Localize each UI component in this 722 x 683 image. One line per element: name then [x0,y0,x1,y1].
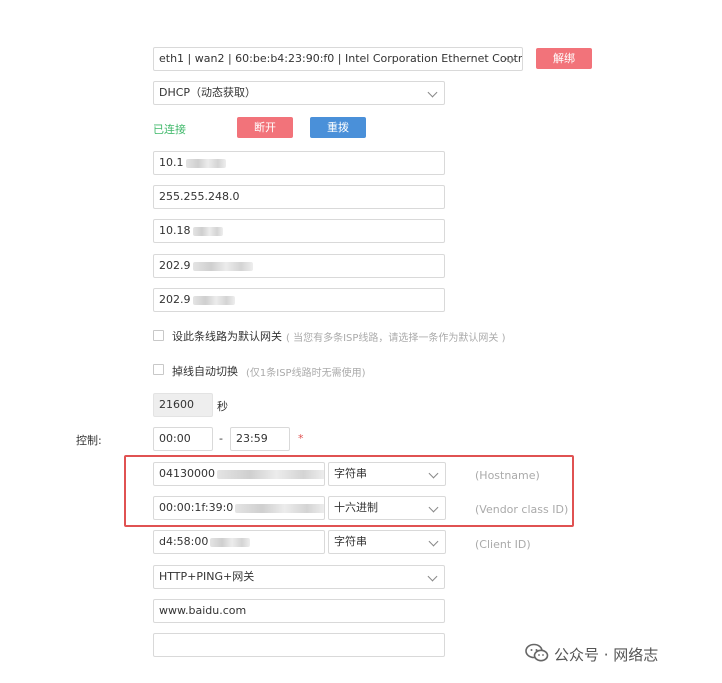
client-id-field[interactable]: d4:58:00 [153,530,325,554]
lease-unit: 秒 [217,400,228,413]
mode-select[interactable]: DHCP（动态获取） [153,81,445,105]
client-id-type-value: 字符串 [334,535,367,548]
detect-method-value: HTTP+PING+网关 [159,570,255,583]
auto-switch-checkbox[interactable] [153,364,164,375]
unbind-button[interactable]: 解绑 [536,48,592,69]
start-time-value: 00:00 [159,432,191,445]
chevron-down-icon [428,536,439,547]
gateway-value: 10.18 [159,224,191,237]
interface-select-value: eth1 | wan2 | 60:be:b4:23:90:f0 | Intel … [159,52,523,65]
end-time-field[interactable]: 23:59 [230,427,290,451]
redacted-blur [192,295,235,305]
redacted-blur [192,261,253,271]
dns1-value: 202.9 [159,259,191,272]
default-gateway-label: 设此条线路为默认网关 [172,330,282,343]
netmask-value: 255.255.248.0 [159,190,240,203]
redacted-blur [185,158,226,168]
client-id-type-select[interactable]: 字符串 [328,530,446,554]
watermark-text: 公众号 · 网络志 [554,646,659,664]
disconnect-button[interactable]: 断开 [237,117,293,138]
ip-address-field[interactable]: 10.1 [153,151,445,175]
client-id-value: d4:58:00 [159,535,209,548]
wechat-icon [525,643,549,663]
required-mark: * [298,432,304,445]
dns2-field[interactable]: 202.9 [153,288,445,312]
mode-select-value: DHCP（动态获取） [159,86,257,99]
redacted-blur [192,226,223,236]
detect-url-value: www.baidu.com [159,604,247,617]
ip-address-value: 10.1 [159,156,184,169]
client-id-note: (Client ID) [475,538,531,551]
netmask-field[interactable]: 255.255.248.0 [153,185,445,209]
default-gateway-checkbox[interactable] [153,330,164,341]
lease-time-value: 21600 [159,398,194,411]
redacted-blur [210,537,251,547]
dns1-field[interactable]: 202.9 [153,254,445,278]
time-control-label: 控制: [76,434,102,447]
dns2-value: 202.9 [159,293,191,306]
auto-switch-hint: (仅1条ISP线路时无需使用) [246,368,366,379]
time-separator: - [219,432,223,445]
auto-switch-label: 掉线自动切换 [172,365,238,378]
default-gateway-hint: ( 当您有多条ISP线路，请选择一条作为默认网关 ) [286,333,506,344]
lease-time-field: 21600 [153,393,213,417]
detect-url-field[interactable]: www.baidu.com [153,599,445,623]
start-time-field[interactable]: 00:00 [153,427,213,451]
chevron-down-icon [427,87,438,98]
chevron-down-icon [427,571,438,582]
detect-method-select[interactable]: HTTP+PING+网关 [153,565,445,589]
connection-status: 已连接 [153,123,186,136]
end-time-value: 23:59 [236,432,268,445]
interface-select[interactable]: eth1 | wan2 | 60:be:b4:23:90:f0 | Intel … [153,47,523,71]
redial-button[interactable]: 重拨 [310,117,366,138]
gateway-field[interactable]: 10.18 [153,219,445,243]
highlight-box [124,455,574,527]
extra-input-field[interactable] [153,633,445,657]
